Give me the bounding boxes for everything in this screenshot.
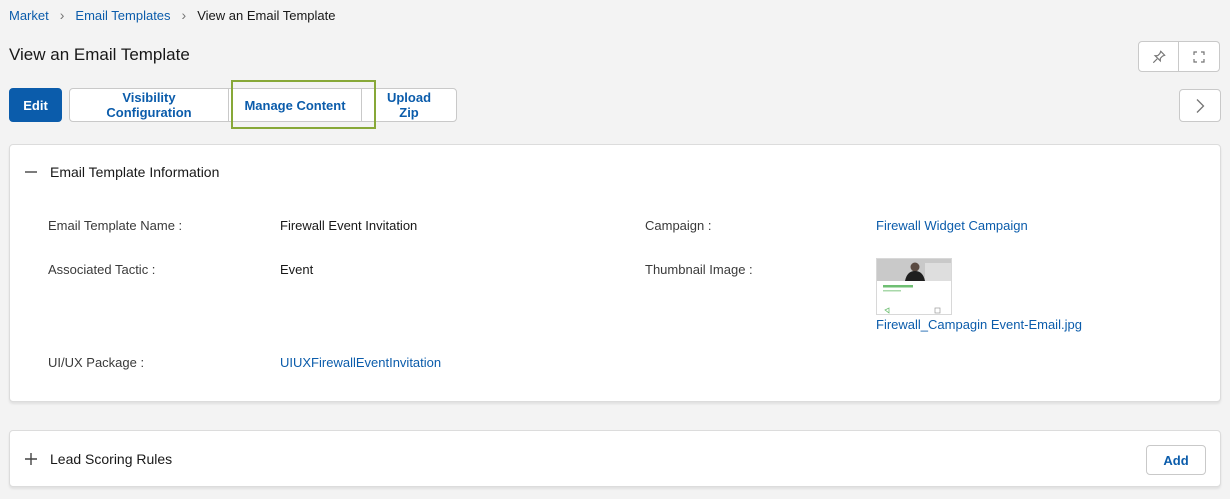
breadcrumb-separator-icon: › [59,7,65,23]
action-button-group: Visibility Configuration Manage Content … [69,88,457,122]
pin-icon [1152,49,1166,63]
uiux-package-label: UI/UX Package : [48,355,145,370]
breadcrumb: Market › Email Templates › View an Email… [9,7,335,23]
add-lead-scoring-rule-button[interactable]: Add [1146,445,1206,475]
section-title: Email Template Information [50,164,220,180]
fullscreen-icon [1193,50,1205,63]
lead-scoring-rules-section: Lead Scoring Rules Add [9,430,1221,487]
page-title: View an Email Template [9,45,190,64]
breadcrumb-current: View an Email Template [197,7,336,23]
header-icon-group [1138,41,1220,72]
next-button[interactable] [1179,89,1221,122]
visibility-configuration-button[interactable]: Visibility Configuration [69,88,229,122]
section-header[interactable]: Email Template Information [24,164,219,180]
section-title: Lead Scoring Rules [50,451,173,467]
section-header[interactable]: Lead Scoring Rules [24,451,172,467]
template-name-value: Firewall Event Invitation [280,218,418,233]
thumbnail-preview-icon [877,259,951,314]
minus-icon[interactable] [24,165,38,179]
edit-button[interactable]: Edit [9,88,62,122]
campaign-label: Campaign : [645,218,712,233]
toolbar: Edit Visibility Configuration Manage Con… [9,88,457,122]
thumbnail-image[interactable] [876,258,952,315]
breadcrumb-market[interactable]: Market [9,8,49,23]
plus-icon[interactable] [24,452,38,466]
associated-tactic-label: Associated Tactic : [48,262,156,277]
email-template-information-section: Email Template Information Email Templat… [9,144,1221,402]
breadcrumb-separator-icon: › [181,7,187,23]
pin-button[interactable] [1138,41,1179,72]
manage-content-button[interactable]: Manage Content [228,88,362,122]
fullscreen-button[interactable] [1179,41,1220,72]
thumbnail-file-link[interactable]: Firewall_Campagin Event-Email.jpg [876,317,1082,332]
template-name-label: Email Template Name : [48,218,183,233]
uiux-package-link[interactable]: UIUXFirewallEventInvitation [280,355,441,370]
campaign-link[interactable]: Firewall Widget Campaign [876,218,1028,233]
associated-tactic-value: Event [280,262,314,277]
breadcrumb-email-templates[interactable]: Email Templates [75,8,170,23]
thumbnail-image-label: Thumbnail Image : [645,262,753,277]
chevron-right-icon [1196,98,1205,113]
upload-zip-button[interactable]: Upload Zip [361,88,457,122]
